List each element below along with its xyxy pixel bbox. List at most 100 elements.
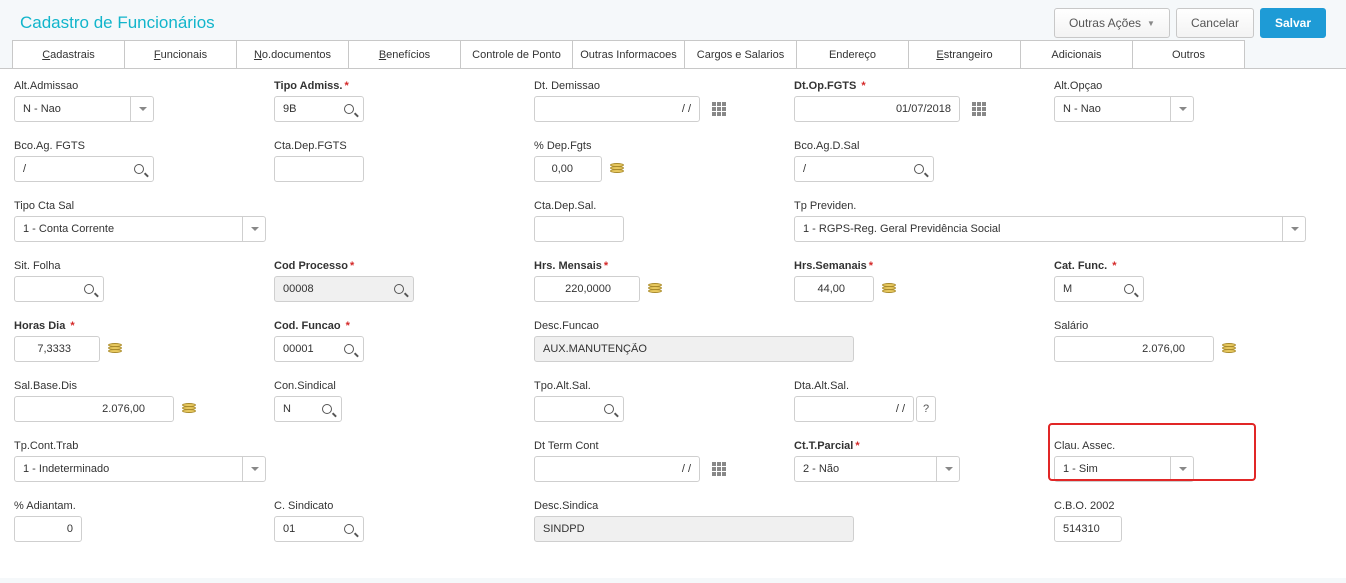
dt-op-fgts-input[interactable] — [794, 96, 960, 122]
tpo-alt-sal-label: Tpo.Alt.Sal. — [534, 380, 786, 392]
tab-3[interactable]: Benefícios — [348, 40, 461, 68]
save-button[interactable]: Salvar — [1260, 8, 1326, 38]
tab-8[interactable]: Estrangeiro — [908, 40, 1021, 68]
calendar-icon[interactable] — [972, 102, 986, 116]
scroll-area[interactable]: Alt.Admissao Tipo Admiss.* Dt. Demissao — [0, 69, 1346, 578]
search-icon[interactable] — [340, 520, 358, 538]
horas-dia-input[interactable] — [14, 336, 100, 362]
dropdown-icon — [242, 456, 266, 482]
alt-admissao-label: Alt.Admissao — [14, 80, 266, 92]
dt-term-cont-label: Dt Term Cont — [534, 440, 786, 452]
search-icon[interactable] — [318, 400, 336, 418]
tp-cont-trab-input[interactable] — [14, 456, 266, 482]
sal-base-dis-input[interactable] — [14, 396, 174, 422]
coin-stack-icon — [180, 400, 198, 418]
coin-stack-icon — [608, 160, 626, 178]
hrs-semanais-label: Hrs.Semanais* — [794, 260, 1046, 272]
tab-9[interactable]: Adicionais — [1020, 40, 1133, 68]
tp-previden-label: Tp Previden. — [794, 200, 1306, 212]
calendar-icon[interactable] — [712, 462, 726, 476]
tab-7[interactable]: Endereço — [796, 40, 909, 68]
dt-op-fgts-label: Dt.Op.FGTS * — [794, 80, 1046, 92]
tp-cont-trab-select[interactable] — [14, 456, 266, 482]
desc-sindica-label: Desc.Sindica — [534, 500, 1046, 512]
search-icon[interactable] — [600, 400, 618, 418]
cbo-2002-input[interactable] — [1054, 516, 1122, 542]
search-icon[interactable] — [80, 280, 98, 298]
cta-dep-sal-input[interactable] — [534, 216, 624, 242]
form-body: Alt.Admissao Tipo Admiss.* Dt. Demissao — [0, 70, 1346, 576]
cta-dep-fgts-label: Cta.Dep.FGTS — [274, 140, 526, 152]
dt-demissao-label: Dt. Demissao — [534, 80, 786, 92]
hrs-mensais-input[interactable] — [534, 276, 640, 302]
dropdown-icon — [242, 216, 266, 242]
pct-dep-fgts-input[interactable] — [534, 156, 602, 182]
desc-sindica-input — [534, 516, 854, 542]
tipo-cta-sal-input[interactable] — [14, 216, 266, 242]
cod-funcao-label: Cod. Funcao * — [274, 320, 526, 332]
help-icon[interactable]: ? — [916, 396, 936, 422]
clau-assec-select[interactable] — [1054, 456, 1306, 482]
clau-assec-label: Clau. Assec. — [1054, 440, 1306, 452]
dta-alt-sal-label: Dta.Alt.Sal. — [794, 380, 1046, 392]
calendar-icon[interactable] — [712, 102, 726, 116]
cancel-button[interactable]: Cancelar — [1176, 8, 1254, 38]
coin-stack-icon — [646, 280, 664, 298]
other-actions-label: Outras Ações — [1069, 16, 1141, 30]
sal-base-dis-label: Sal.Base.Dis — [14, 380, 266, 392]
tab-5[interactable]: Outras Informacoes — [572, 40, 685, 68]
pct-adiantam-input[interactable] — [14, 516, 82, 542]
dropdown-icon — [1282, 216, 1306, 242]
form-viewport: Alt.Admissao Tipo Admiss.* Dt. Demissao — [0, 69, 1346, 578]
bco-ag-d-sal-label: Bco.Ag.D.Sal — [794, 140, 1046, 152]
search-icon[interactable] — [1120, 280, 1138, 298]
dropdown-icon — [936, 456, 960, 482]
cta-dep-fgts-input[interactable] — [274, 156, 364, 182]
cat-func-label: Cat. Func. * — [1054, 260, 1306, 272]
chevron-down-icon: ▼ — [1147, 19, 1155, 28]
c-sindicato-label: C. Sindicato — [274, 500, 526, 512]
tab-4[interactable]: Controle de Ponto — [460, 40, 573, 68]
dt-demissao-input[interactable] — [534, 96, 700, 122]
tab-1[interactable]: Funcionais — [124, 40, 237, 68]
search-icon[interactable] — [340, 340, 358, 358]
alt-admissao-select[interactable] — [14, 96, 266, 122]
search-icon[interactable] — [340, 100, 358, 118]
alt-opcao-label: Alt.Opçao — [1054, 80, 1306, 92]
desc-funcao-label: Desc.Funcao — [534, 320, 1046, 332]
pct-dep-fgts-label: % Dep.Fgts — [534, 140, 786, 152]
tp-previden-select[interactable] — [794, 216, 1306, 242]
hrs-semanais-input[interactable] — [794, 276, 874, 302]
dropdown-icon — [130, 96, 154, 122]
tab-2[interactable]: No.documentos — [236, 40, 349, 68]
tp-cont-trab-label: Tp.Cont.Trab — [14, 440, 266, 452]
dropdown-icon — [1170, 456, 1194, 482]
tab-0[interactable]: Cadastrais — [12, 40, 125, 68]
search-icon[interactable] — [130, 160, 148, 178]
page-title: Cadastro de Funcionários — [20, 13, 215, 33]
salario-input[interactable] — [1054, 336, 1214, 362]
coin-stack-icon — [1220, 340, 1238, 358]
tipo-admiss-label: Tipo Admiss.* — [274, 80, 526, 92]
tipo-cta-sal-select[interactable] — [14, 216, 266, 242]
cbo-2002-label: C.B.O. 2002 — [1054, 500, 1306, 512]
dt-term-cont-input[interactable] — [534, 456, 700, 482]
tab-6[interactable]: Cargos e Salarios — [684, 40, 797, 68]
search-icon[interactable] — [910, 160, 928, 178]
alt-opcao-select[interactable] — [1054, 96, 1306, 122]
other-actions-button[interactable]: Outras Ações ▼ — [1054, 8, 1170, 38]
cta-dep-sal-label: Cta.Dep.Sal. — [534, 200, 786, 212]
coin-stack-icon — [106, 340, 124, 358]
header-actions: Outras Ações ▼ Cancelar Salvar — [1054, 8, 1326, 38]
horas-dia-label: Horas Dia * — [14, 320, 266, 332]
tp-previden-input[interactable] — [794, 216, 1306, 242]
salario-label: Salário — [1054, 320, 1306, 332]
tab-10[interactable]: Outros — [1132, 40, 1245, 68]
search-icon[interactable] — [390, 280, 408, 298]
dta-alt-sal-input[interactable] — [794, 396, 914, 422]
tipo-cta-sal-label: Tipo Cta Sal — [14, 200, 266, 212]
pct-adiantam-label: % Adiantam. — [14, 500, 266, 512]
page-header: Cadastro de Funcionários Outras Ações ▼ … — [0, 0, 1346, 40]
bco-ag-fgts-label: Bco.Ag. FGTS — [14, 140, 266, 152]
ct-t-parcial-select[interactable] — [794, 456, 1046, 482]
